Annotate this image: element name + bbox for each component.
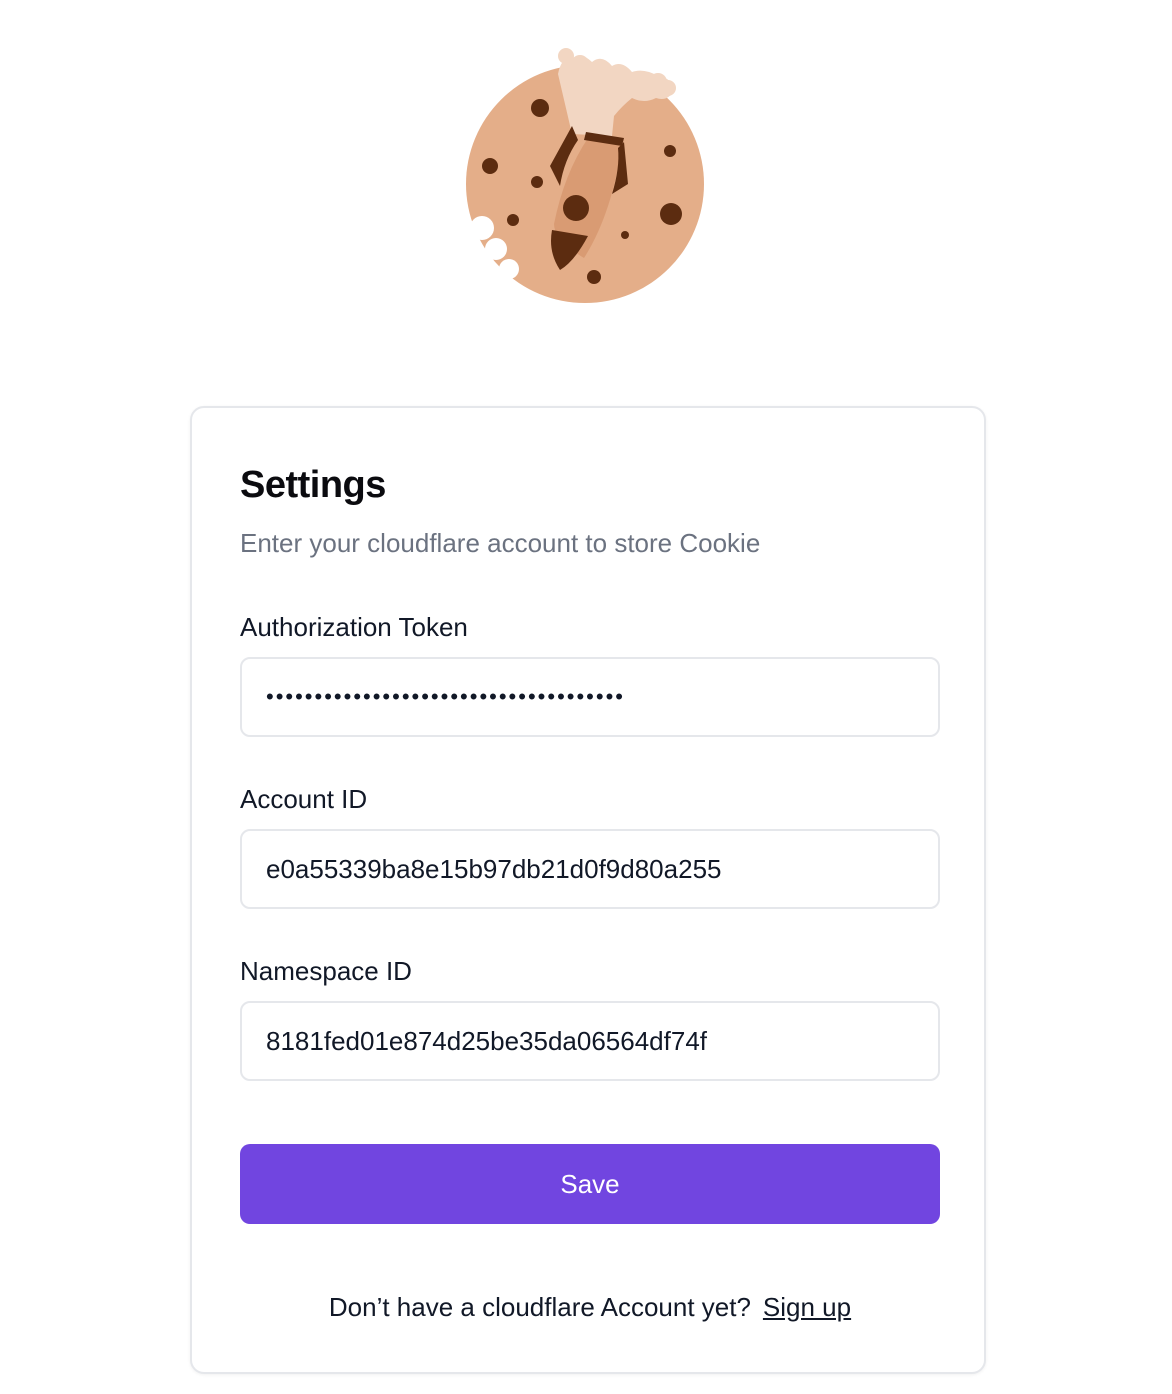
namespace-id-input[interactable] bbox=[240, 1001, 940, 1081]
settings-card: Settings Enter your cloudflare account t… bbox=[190, 406, 986, 1374]
chocolate-chip bbox=[660, 203, 682, 225]
bite-mark bbox=[499, 259, 519, 279]
account-id-label: Account ID bbox=[240, 784, 368, 814]
signup-link[interactable]: Sign up bbox=[763, 1292, 851, 1322]
chocolate-chip bbox=[664, 145, 676, 157]
rocket-smoke bbox=[660, 80, 676, 96]
authorization-token-label: Authorization Token bbox=[240, 612, 468, 642]
chocolate-chip bbox=[531, 99, 549, 117]
bite-mark bbox=[462, 224, 476, 284]
chocolate-chip bbox=[621, 231, 629, 239]
namespace-id-label: Namespace ID bbox=[240, 956, 412, 986]
chocolate-chip bbox=[507, 214, 519, 226]
rocket-window bbox=[563, 195, 589, 221]
account-id-input[interactable] bbox=[240, 829, 940, 909]
rocket-smoke bbox=[571, 55, 589, 73]
cookie-rocket-logo bbox=[462, 48, 704, 303]
authorization-token-input[interactable] bbox=[240, 657, 940, 737]
chocolate-chip bbox=[531, 176, 543, 188]
save-button[interactable]: Save bbox=[240, 1144, 940, 1224]
bite-mark bbox=[485, 238, 507, 260]
page-title: Settings bbox=[240, 464, 386, 506]
chocolate-chip bbox=[587, 270, 601, 284]
page-subtitle: Enter your cloudflare account to store C… bbox=[240, 528, 761, 558]
signup-prompt: Don’t have a cloudflare Account yet? Sign… bbox=[192, 1292, 988, 1323]
signup-prompt-text: Don’t have a cloudflare Account yet? bbox=[328, 1292, 751, 1322]
chocolate-chip bbox=[482, 158, 498, 174]
